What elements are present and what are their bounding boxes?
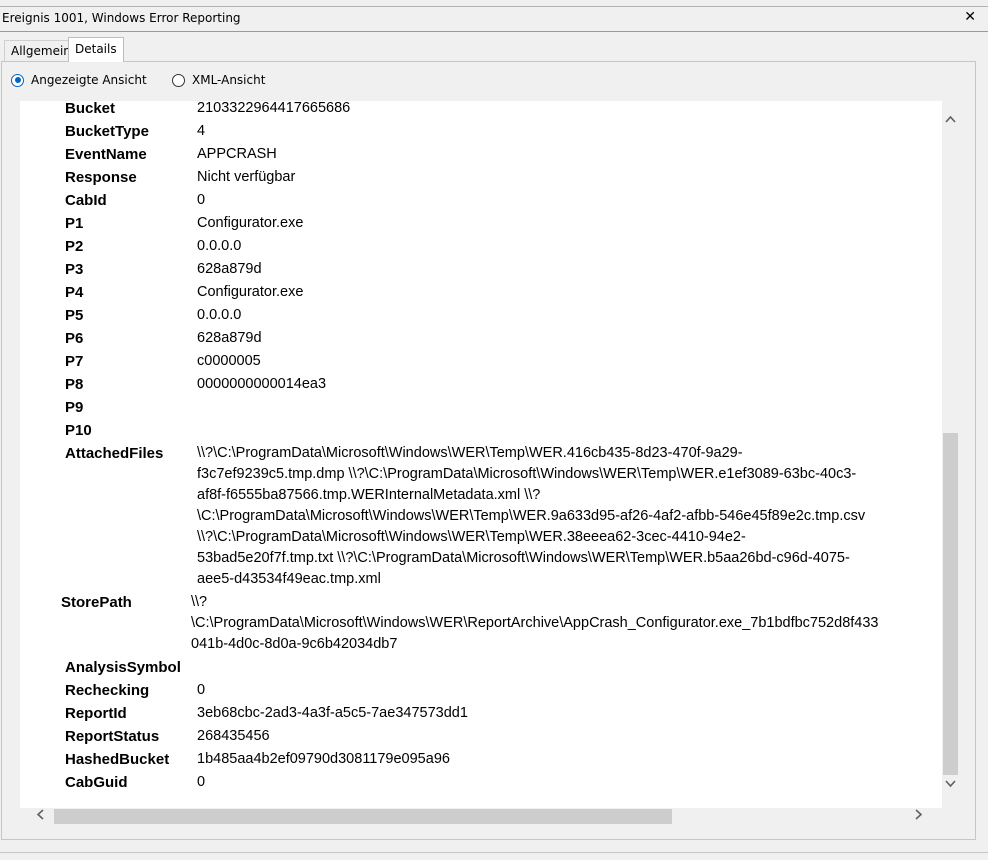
field-value: c0000005 [197, 353, 261, 369]
field-key: P9 [65, 399, 84, 416]
field-key: P4 [65, 284, 84, 301]
field-key: P1 [65, 215, 84, 232]
horizontal-scroll-thumb[interactable] [54, 809, 672, 824]
field-key: P10 [65, 422, 92, 439]
store-path-row: StorePath \\? \C:\ProgramData\Microsoft\… [20, 592, 942, 656]
event-details-view[interactable]: Bucket 2103322964417665686 BucketType 4 Ev… [20, 101, 942, 808]
field-value: 1b485aa4b2ef09790d3081179e095a96 [197, 751, 450, 767]
field-value: 0 [197, 192, 206, 208]
field-key: AttachedFiles [65, 445, 164, 462]
window-title: Ereignis 1001, Windows Error Reporting [2, 11, 241, 25]
attached-files-value: \\?\C:\ProgramData\Microsoft\Windows\WER… [197, 443, 937, 590]
chevron-up-icon[interactable] [942, 113, 959, 130]
field-value: 0.0.0.0 [197, 307, 242, 323]
chevron-right-icon[interactable] [910, 808, 927, 825]
field-value: 2103322964417665686 [197, 101, 351, 116]
field-key: P7 [65, 353, 84, 370]
field-key: BucketType [65, 123, 149, 140]
attached-files-row: AttachedFiles \\?\C:\ProgramData\Microso… [20, 443, 942, 593]
radio-xml-view[interactable]: XML-Ansicht [172, 72, 265, 88]
field-key: StorePath [61, 594, 132, 611]
field-value: 628a879d [197, 261, 262, 277]
field-key: P6 [65, 330, 84, 347]
field-value: 0000000000014ea3 [197, 376, 327, 392]
field-key: P2 [65, 238, 84, 255]
radio-xml-label: XML-Ansicht [192, 73, 266, 87]
field-key: Rechecking [65, 682, 150, 699]
field-key: CabGuid [65, 774, 128, 791]
field-key: ReportStatus [65, 728, 160, 745]
field-value: 268435456 [197, 728, 270, 744]
vertical-scrollbar[interactable] [942, 101, 959, 808]
field-key: P3 [65, 261, 84, 278]
radio-displayed-view[interactable]: Angezeigte Ansicht [11, 72, 147, 88]
field-value: 0.0.0.0 [197, 238, 242, 254]
horizontal-scrollbar[interactable] [20, 808, 942, 825]
path-line: aee5-d43534f49eac.tmp.xml [197, 571, 381, 587]
radio-displayed-label: Angezeigte Ansicht [31, 73, 147, 87]
field-key: AnalysisSymbol [65, 659, 181, 676]
field-value: Configurator.exe [197, 284, 304, 300]
path-line: \\? [191, 594, 208, 610]
tab-details[interactable]: Details [68, 37, 124, 62]
field-value: APPCRASH [197, 146, 277, 162]
chevron-left-icon[interactable] [32, 808, 49, 825]
path-line: af8f-f6555ba87566.tmp.WERInternalMetadat… [197, 487, 541, 503]
vertical-scroll-thumb[interactable] [943, 433, 958, 775]
field-value: 0 [197, 774, 206, 790]
field-value: Configurator.exe [197, 215, 304, 231]
tab-allgemein[interactable]: Allgemein [4, 40, 78, 61]
field-key: P8 [65, 376, 84, 393]
field-value: 4 [197, 123, 206, 139]
radio-unchecked-icon [172, 73, 185, 87]
field-key: CabId [65, 192, 107, 209]
window-bottom-border [0, 852, 988, 853]
path-line: \C:\ProgramData\Microsoft\Windows\WER\Te… [197, 508, 866, 524]
field-key: P5 [65, 307, 84, 324]
path-line: 041b-4d0c-8d0a-9c6b42034db7 [191, 636, 398, 652]
window-top-border [0, 0, 988, 7]
path-line: \C:\ProgramData\Microsoft\Windows\WER\Re… [191, 615, 879, 631]
field-key: EventName [65, 146, 147, 163]
field-key: HashedBucket [65, 751, 170, 768]
radio-checked-icon [11, 73, 24, 87]
path-line: 53bad5e20f7f.tmp.txt \\?\C:\ProgramData\… [197, 550, 850, 566]
field-value: 0 [197, 682, 206, 698]
field-value: 628a879d [197, 330, 262, 346]
path-line: f3c7ef9239c5.tmp.dmp \\?\C:\ProgramData\… [197, 466, 857, 482]
title-bar: Ereignis 1001, Windows Error Reporting ✕ [0, 7, 988, 32]
path-line: \\?\C:\ProgramData\Microsoft\Windows\WER… [197, 529, 746, 545]
field-key: ReportId [65, 705, 127, 722]
field-value: 3eb68cbc-2ad3-4a3f-a5c5-7ae347573dd1 [197, 705, 468, 721]
field-key: Response [65, 169, 137, 186]
path-line: \\?\C:\ProgramData\Microsoft\Windows\WER… [197, 445, 743, 461]
field-value: Nicht verfügbar [197, 169, 296, 185]
chevron-down-icon[interactable] [942, 777, 959, 794]
store-path-value: \\? \C:\ProgramData\Microsoft\Windows\WE… [191, 592, 931, 655]
close-icon[interactable]: ✕ [964, 9, 976, 25]
field-key: Bucket [65, 101, 116, 117]
